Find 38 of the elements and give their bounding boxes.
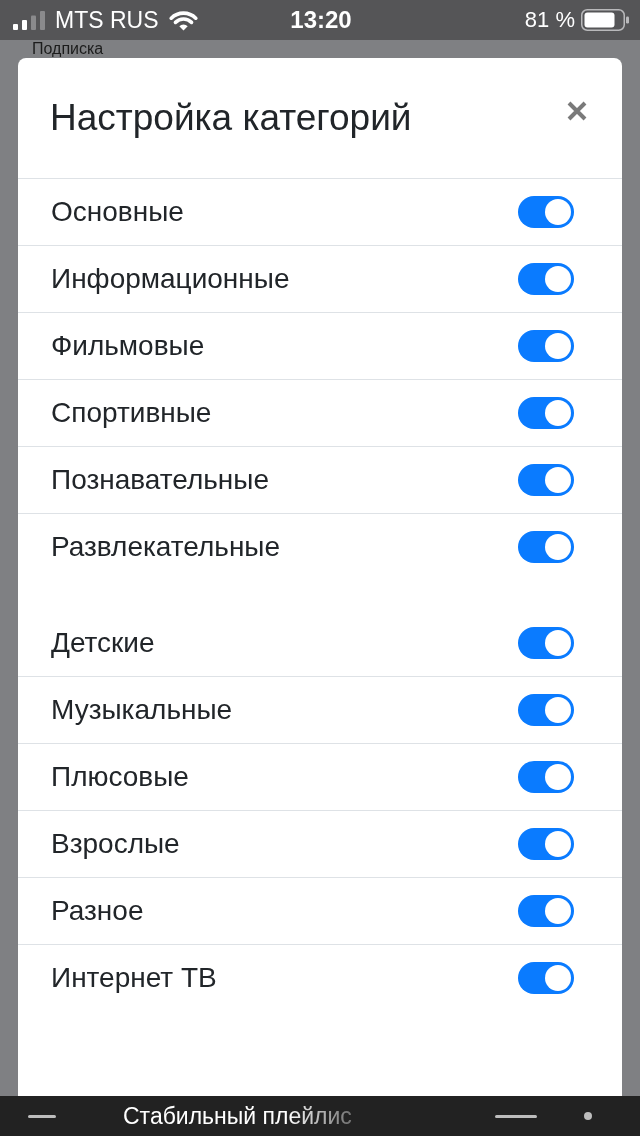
toggle-switch[interactable]	[518, 464, 574, 496]
toggle-switch[interactable]	[518, 263, 574, 295]
toggle-switch[interactable]	[518, 627, 574, 659]
clock-time: 13:20	[290, 6, 352, 34]
wifi-icon	[168, 9, 198, 31]
category-label: Взрослые	[51, 828, 180, 860]
category-label: Познавательные	[51, 464, 269, 496]
dash-icon[interactable]	[28, 1114, 56, 1118]
close-icon	[567, 101, 587, 121]
toggle-switch[interactable]	[518, 397, 574, 429]
category-label: Плюсовые	[51, 761, 189, 793]
track-title: Стабильный плейлис	[123, 1102, 352, 1130]
page-title: Подписка	[32, 40, 104, 58]
carrier-name: MTS RUS	[55, 6, 159, 34]
category-label: Информационные	[51, 263, 290, 295]
dialog-title: Настройка категорий	[50, 97, 412, 139]
battery-icon	[581, 9, 629, 31]
toggle-switch[interactable]	[518, 828, 574, 860]
category-label: Фильмовые	[51, 330, 205, 362]
toggle-switch[interactable]	[518, 761, 574, 793]
category-label: Развлекательные	[51, 531, 281, 563]
toggle-switch[interactable]	[518, 895, 574, 927]
toggle-switch[interactable]	[518, 531, 574, 563]
toggle-switch[interactable]	[518, 196, 574, 228]
category-label: Разное	[51, 895, 144, 927]
signal-icon	[13, 10, 45, 30]
category-label: Детские	[51, 627, 155, 659]
toggle-switch[interactable]	[518, 330, 574, 362]
dot-icon[interactable]	[584, 1112, 592, 1120]
category-label: Основные	[51, 196, 184, 228]
category-label: Спортивные	[51, 397, 212, 429]
line-icon[interactable]	[495, 1114, 537, 1118]
toggle-switch[interactable]	[518, 962, 574, 994]
battery-percent: 81 %	[524, 7, 575, 33]
category-label: Музыкальные	[51, 694, 233, 726]
close-button[interactable]	[567, 101, 587, 121]
category-label: Интернет ТВ	[51, 962, 217, 994]
toggle-switch[interactable]	[518, 694, 574, 726]
